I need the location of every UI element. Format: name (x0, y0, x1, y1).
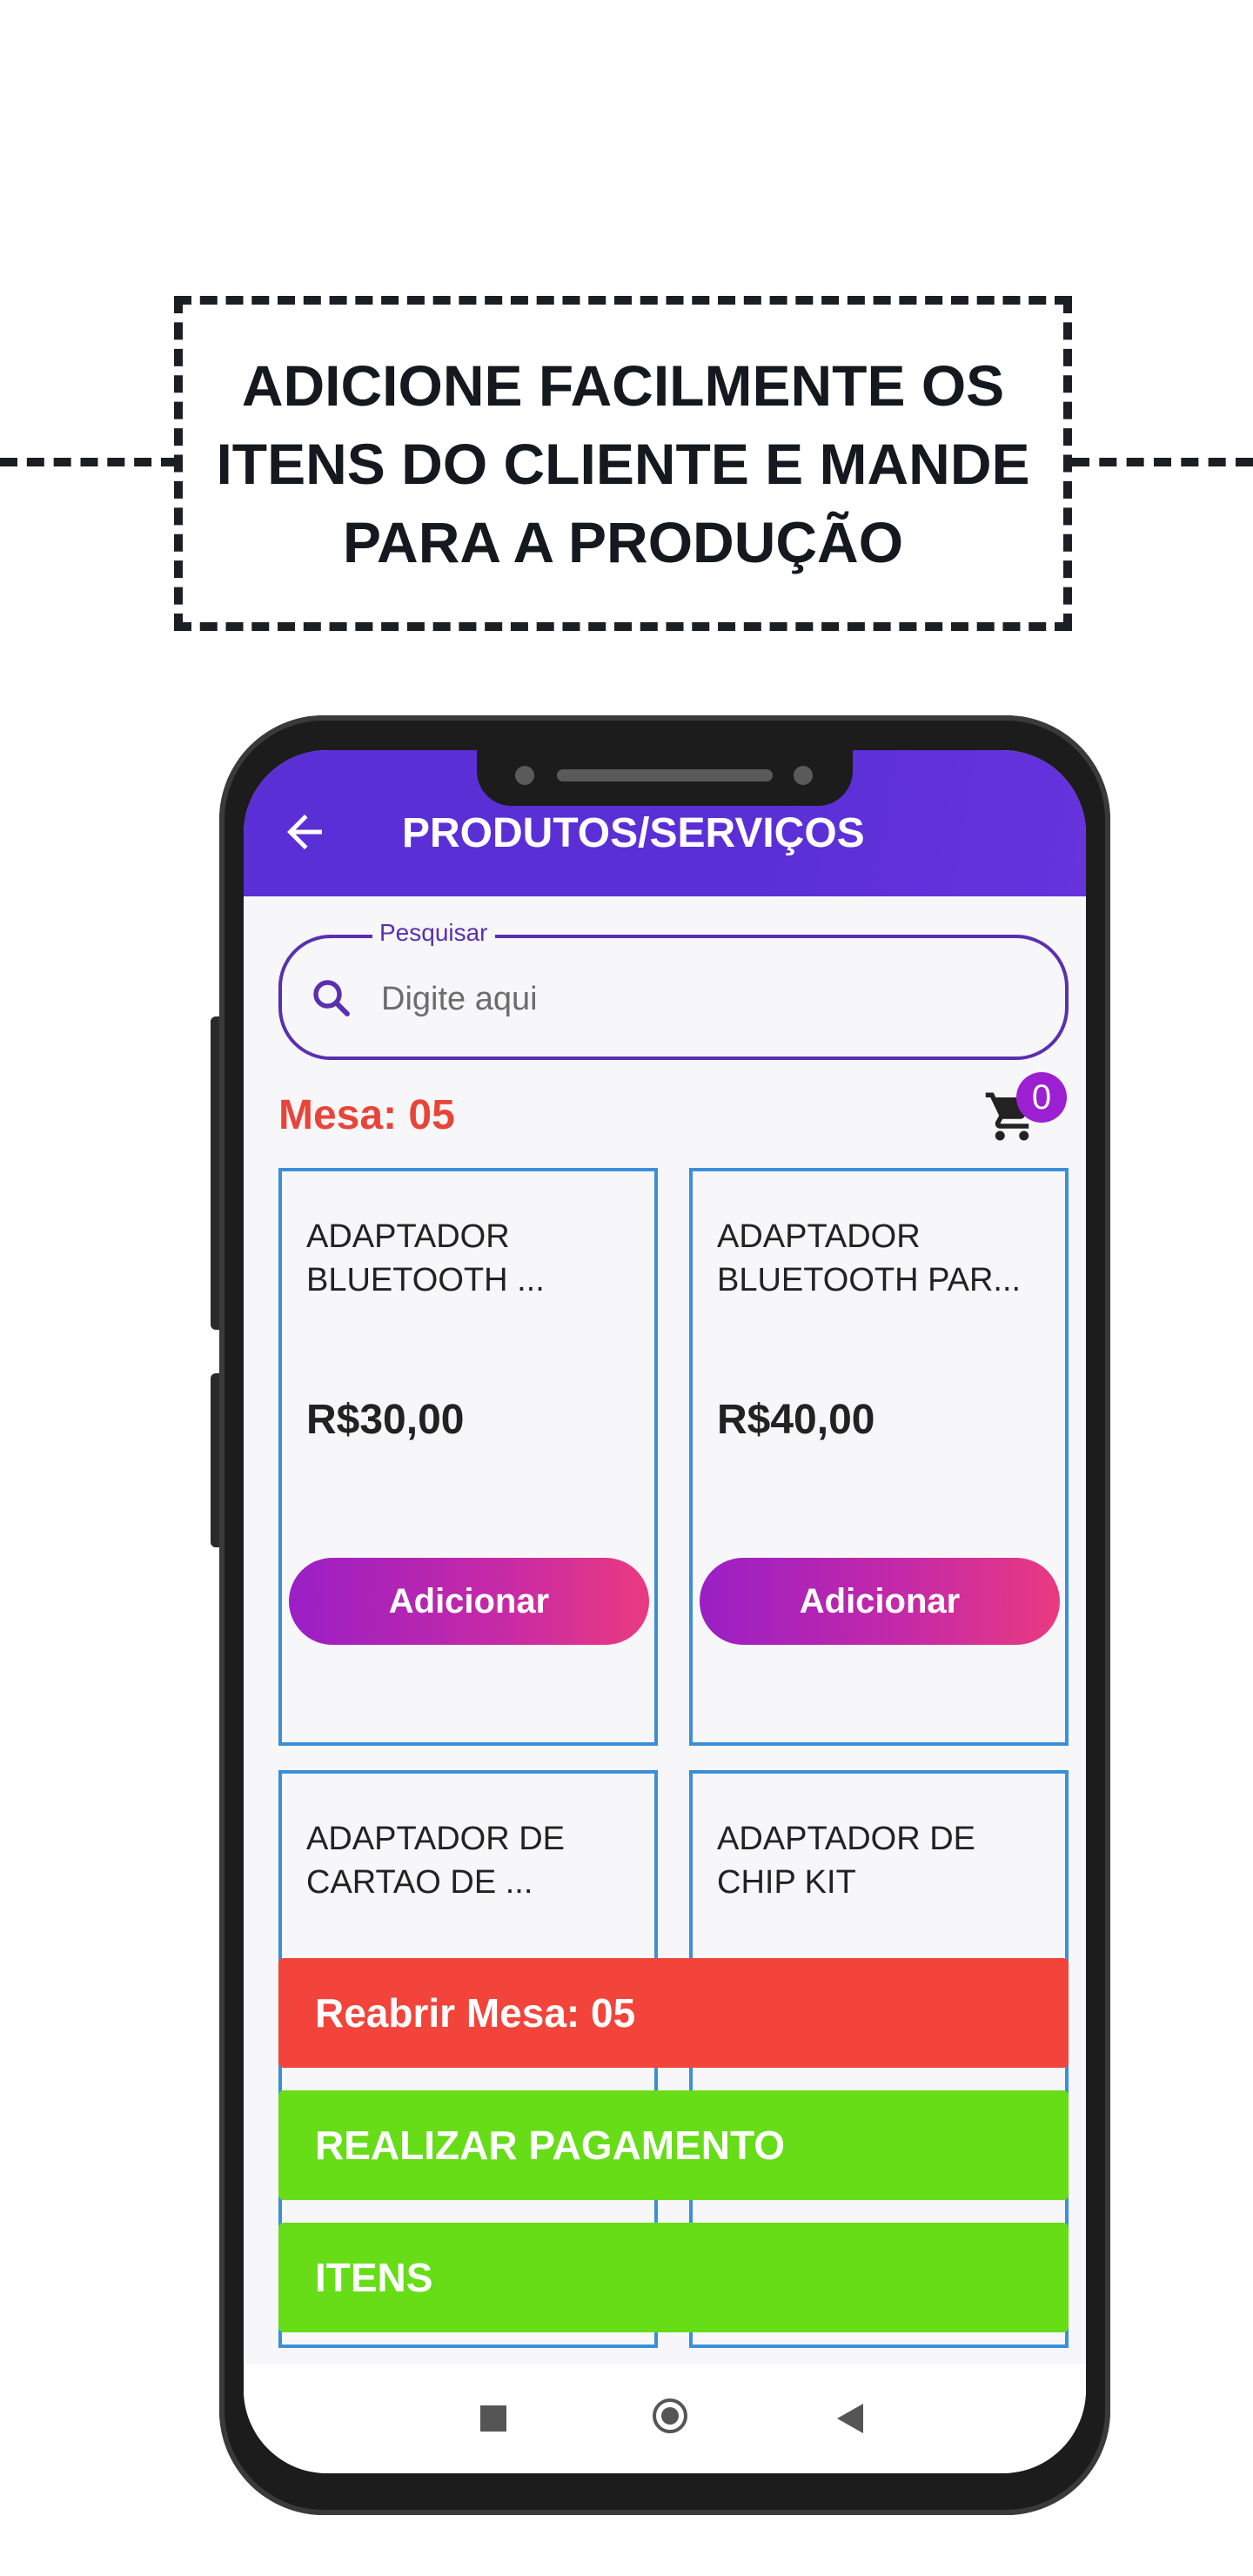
camera-dot (515, 766, 534, 785)
headline-line: PARA A PRODUÇÃO (342, 509, 904, 574)
search-field[interactable]: Pesquisar (278, 919, 1069, 1060)
arrow-left-icon[interactable] (278, 806, 331, 858)
add-button[interactable]: Adicionar (289, 1558, 649, 1645)
items-button[interactable]: ITENS (278, 2223, 1069, 2332)
product-name: ADAPTADOR DE CARTAO DE ... (306, 1821, 566, 1901)
headline-line: ITENS DO CLIENTE E MANDE (216, 431, 1030, 496)
make-payment-button[interactable]: REALIZAR PAGAMENTO (278, 2090, 1069, 2200)
product-name: ADAPTADOR BLUETOOTH ... (306, 1218, 545, 1298)
headline: ADICIONE FACILMENTE OS ITENS DO CLIENTE … (183, 346, 1063, 581)
camera-dot (794, 766, 813, 785)
cart-count-badge: 0 (1016, 1072, 1067, 1123)
product-name: ADAPTADOR DE CHIP KIT (717, 1821, 976, 1901)
dashed-line-right (1072, 458, 1253, 466)
search-input[interactable] (379, 968, 1027, 1030)
reopen-table-button[interactable]: Reabrir Mesa: 05 (278, 1958, 1069, 2068)
search-label: Pesquisar (372, 919, 495, 947)
product-price: R$40,00 (717, 1397, 875, 1443)
product-name: ADAPTADOR BLUETOOTH PAR... (717, 1218, 1022, 1298)
product-card[interactable]: ADAPTADOR BLUETOOTH PAR... R$40,00 Adici… (689, 1168, 1069, 1746)
table-label: Mesa: 05 (278, 1092, 455, 1138)
system-nav-bar (244, 2364, 1086, 2473)
add-button[interactable]: Adicionar (700, 1558, 1060, 1645)
product-card[interactable]: ADAPTADOR BLUETOOTH ... R$30,00 Adiciona… (278, 1168, 658, 1746)
back-triangle-icon[interactable] (837, 2404, 863, 2433)
recents-icon[interactable] (480, 2405, 506, 2432)
speaker-grille (557, 769, 773, 782)
phone-notch (477, 750, 853, 806)
home-icon[interactable] (653, 2398, 687, 2433)
headline-line: ADICIONE FACILMENTE OS (241, 352, 1005, 418)
product-price: R$30,00 (306, 1397, 465, 1443)
headline-box: ADICIONE FACILMENTE OS ITENS DO CLIENTE … (174, 296, 1072, 631)
phone-screen: PRODUTOS/SERVIÇOS Pesquisar Mesa: 05 0 A… (244, 750, 1086, 2473)
dashed-line-left (0, 458, 178, 466)
search-icon (313, 980, 350, 1016)
page-title: PRODUTOS/SERVIÇOS (402, 810, 865, 856)
